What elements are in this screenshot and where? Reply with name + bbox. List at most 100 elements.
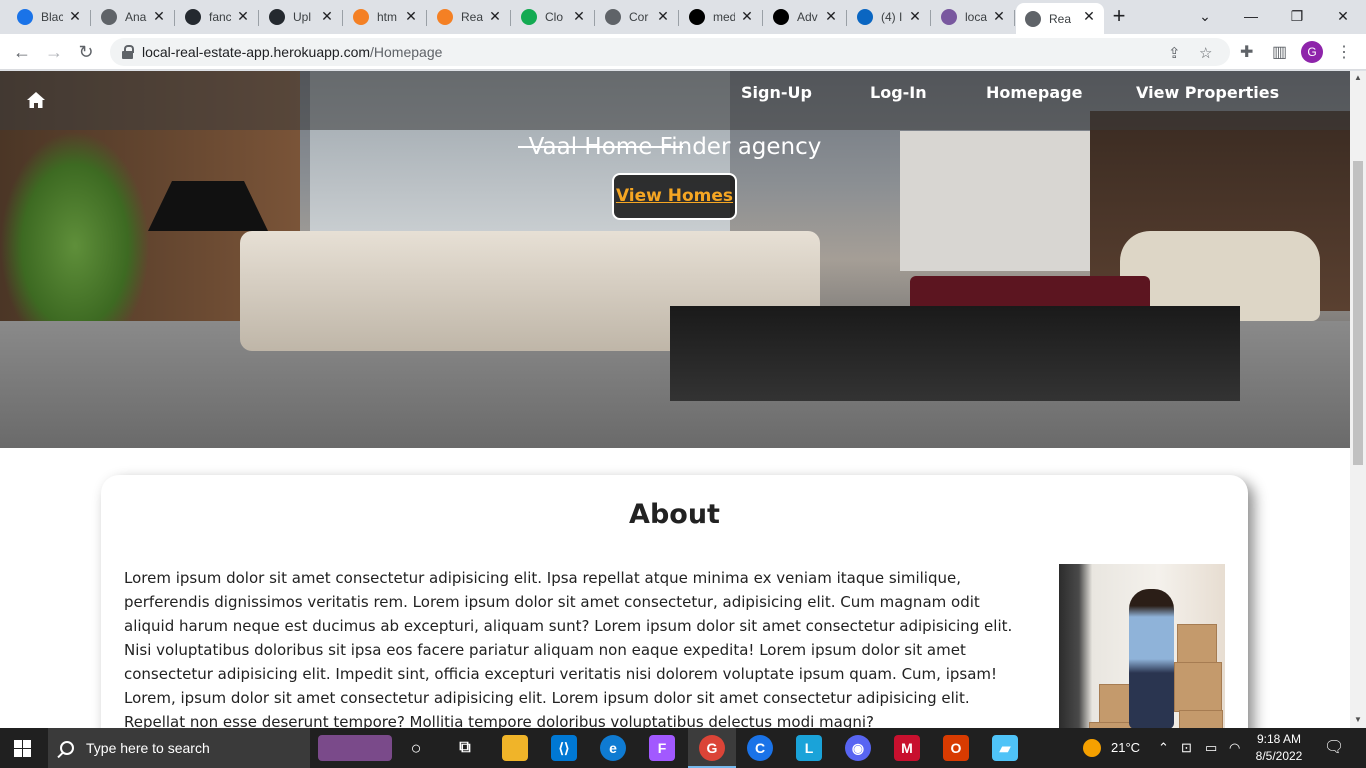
browser-tab[interactable]: loca ✕: [932, 3, 1015, 31]
view-homes-button[interactable]: View Homes: [612, 173, 737, 220]
nav-login-link[interactable]: Log-In: [870, 83, 927, 102]
browser-tab[interactable]: Upl ✕: [260, 3, 343, 31]
extensions-icon[interactable]: ✚: [1240, 42, 1253, 62]
tab-close-icon[interactable]: ✕: [152, 9, 166, 23]
clock-time: 9:18 AM: [1256, 732, 1302, 746]
tab-close-icon[interactable]: ✕: [740, 9, 754, 23]
about-image-couple: [1129, 589, 1174, 728]
tab-title: (4) I: [881, 10, 903, 24]
profile-avatar[interactable]: G: [1301, 41, 1323, 63]
wifi-icon[interactable]: ◠: [1229, 728, 1240, 768]
maximize-button[interactable]: ❐: [1274, 0, 1320, 32]
tab-title: Blac: [41, 10, 63, 24]
discord-icon[interactable]: ◉: [845, 735, 871, 761]
search-highlight-icon[interactable]: [318, 735, 392, 761]
side-panel-icon[interactable]: ▥: [1272, 42, 1287, 62]
globe-icon: [605, 9, 621, 25]
tab-separator: [510, 10, 511, 26]
weather-temp[interactable]: 21°C: [1111, 728, 1140, 768]
network-icon[interactable]: ⊡: [1181, 728, 1192, 768]
browser-tab[interactable]: Rea ✕: [428, 3, 511, 31]
browser-tab[interactable]: Adv ✕: [764, 3, 847, 31]
scroll-down-icon[interactable]: ▼: [1354, 715, 1362, 724]
edge-icon[interactable]: e: [600, 735, 626, 761]
tab-separator: [342, 10, 343, 26]
browser-tab[interactable]: Clo ✕: [512, 3, 595, 31]
browser-tab[interactable]: (4) I ✕: [848, 3, 931, 31]
cortana-icon[interactable]: ○: [403, 735, 429, 761]
close-window-button[interactable]: ✕: [1320, 0, 1366, 32]
browser-tab[interactable]: fanc ✕: [176, 3, 259, 31]
scroll-up-icon[interactable]: ▲: [1354, 73, 1362, 82]
tab-close-icon[interactable]: ✕: [656, 9, 670, 23]
tab-close-icon[interactable]: ✕: [572, 9, 586, 23]
notes-app-icon[interactable]: ▰: [992, 735, 1018, 761]
tab-strip: Blac ✕ Ana ✕ fanc ✕ Upl ✕ htm ✕ Rea ✕ Clo ✕ Cor ✕ med ✕ Ad…: [0, 0, 1366, 34]
l-app-icon[interactable]: L: [796, 735, 822, 761]
browser-tab[interactable]: Rea ✕: [1016, 3, 1104, 34]
address-bar[interactable]: local-real-estate-app.herokuapp.com/Home…: [110, 38, 1230, 66]
lock-icon[interactable]: [122, 45, 134, 59]
browser-tab[interactable]: Ana ✕: [92, 3, 175, 31]
tab-separator: [258, 10, 259, 26]
tab-title: loca: [965, 10, 987, 24]
tab-title: fanc: [209, 10, 231, 24]
tab-title: Ana: [125, 10, 147, 24]
reload-icon[interactable]: ↻: [74, 40, 98, 64]
about-image-box: [1177, 624, 1217, 664]
task-view-icon[interactable]: ⧉: [452, 735, 478, 761]
bookmark-star-icon[interactable]: ☆: [1199, 44, 1212, 62]
browser-tab[interactable]: Cor ✕: [596, 3, 679, 31]
minimize-button[interactable]: —: [1228, 0, 1274, 32]
about-text: Lorem ipsum dolor sit amet consectetur a…: [124, 569, 1013, 728]
tab-close-icon[interactable]: ✕: [236, 9, 250, 23]
taskbar-search-box[interactable]: Type here to search: [48, 728, 310, 768]
notifications-icon[interactable]: 🗨: [1324, 728, 1344, 768]
tab-close-icon[interactable]: ✕: [488, 9, 502, 23]
tab-close-icon[interactable]: ✕: [320, 9, 334, 23]
tab-close-icon[interactable]: ✕: [404, 9, 418, 23]
page-scrollbar[interactable]: ▲ ▼: [1350, 71, 1366, 728]
about-image-box: [1179, 710, 1223, 728]
browser-toolbar: ← → ↻ local-real-estate-app.herokuapp.co…: [0, 34, 1366, 70]
vscode-icon[interactable]: ⟨⟩: [551, 735, 577, 761]
mcafee-icon[interactable]: M: [894, 735, 920, 761]
tab-title: Adv: [797, 10, 818, 24]
tab-close-icon[interactable]: ✕: [992, 9, 1006, 23]
browser-tab[interactable]: Blac ✕: [8, 3, 91, 31]
figma-icon[interactable]: F: [649, 735, 675, 761]
windows-taskbar: Type here to search ○ ⧉ ⟨⟩ e F G C L ◉ M…: [0, 728, 1366, 768]
github-icon: [269, 9, 285, 25]
new-tab-button[interactable]: +: [1105, 5, 1133, 29]
back-icon[interactable]: ←: [10, 40, 34, 64]
browser-tab[interactable]: htm ✕: [344, 3, 427, 31]
about-heading: About: [629, 499, 720, 530]
office-icon[interactable]: O: [943, 735, 969, 761]
scrollbar-thumb[interactable]: [1353, 161, 1363, 465]
url-host: local-real-estate-app.herokuapp.com: [142, 44, 371, 60]
canva-icon[interactable]: C: [747, 735, 773, 761]
tab-close-icon[interactable]: ✕: [1082, 9, 1096, 23]
battery-icon[interactable]: ▭: [1205, 728, 1217, 768]
file-explorer-icon[interactable]: [502, 735, 528, 761]
forward-icon[interactable]: →: [42, 40, 66, 64]
tab-search-icon[interactable]: ⌄: [1182, 0, 1228, 32]
chrome-icon[interactable]: G: [699, 735, 725, 761]
nav-homepage-link[interactable]: Homepage: [986, 83, 1082, 102]
windows-start-icon[interactable]: [14, 740, 31, 757]
home-icon[interactable]: [27, 92, 45, 108]
tab-close-icon[interactable]: ✕: [824, 9, 838, 23]
github-icon: [185, 9, 201, 25]
taskbar-clock[interactable]: 9:18 AM 8/5/2022: [1248, 731, 1310, 765]
tab-close-icon[interactable]: ✕: [68, 9, 82, 23]
tab-separator: [426, 10, 427, 26]
tray-chevron-up-icon[interactable]: ⌃: [1158, 728, 1169, 768]
share-icon[interactable]: ⇪: [1168, 44, 1181, 62]
nav-signup-link[interactable]: Sign-Up: [741, 83, 812, 102]
menu-icon[interactable]: ⋮: [1336, 42, 1352, 62]
tab-close-icon[interactable]: ✕: [908, 9, 922, 23]
weather-icon[interactable]: [1083, 739, 1101, 757]
browser-tab[interactable]: med ✕: [680, 3, 763, 31]
linkedin-icon: [857, 9, 873, 25]
nav-view-properties-link[interactable]: View Properties: [1136, 83, 1279, 102]
